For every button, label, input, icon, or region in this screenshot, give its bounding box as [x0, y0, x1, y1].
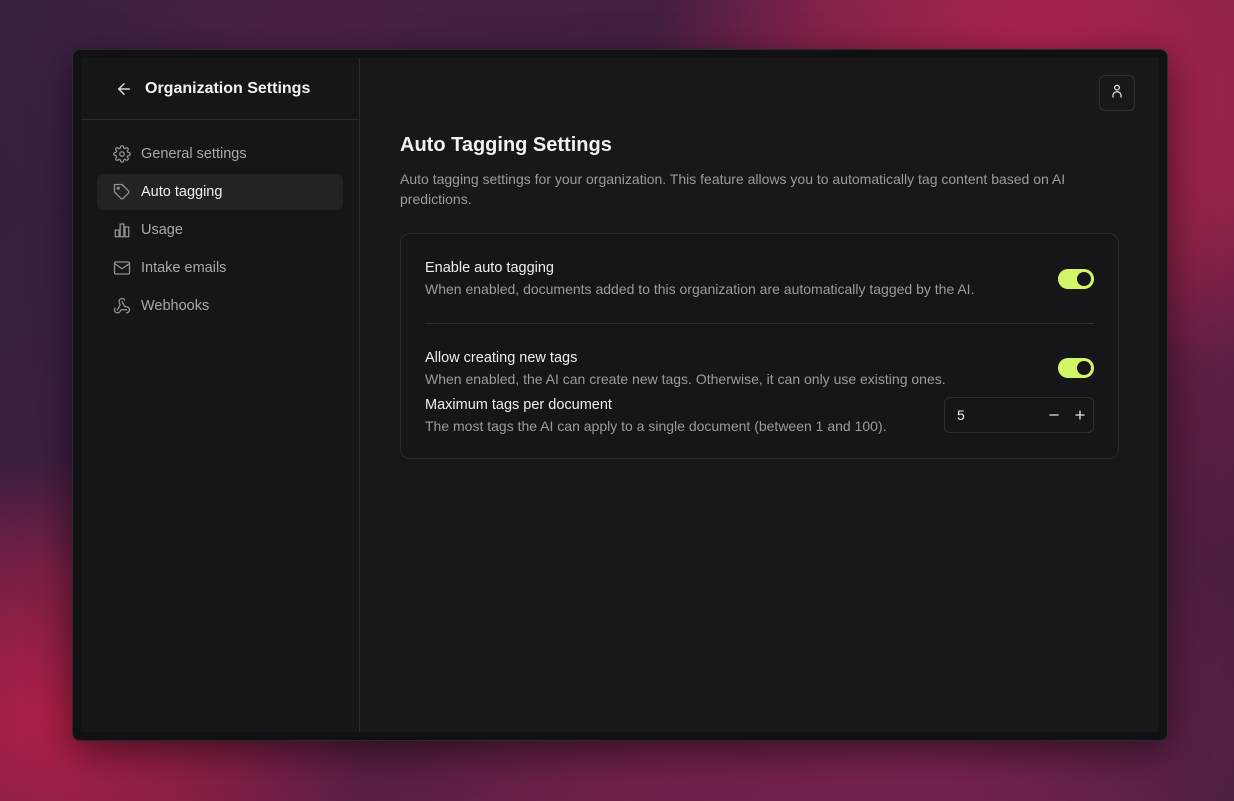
setting-description: When enabled, the AI can create new tags…: [425, 370, 946, 387]
app-window: Organization Settings General settings A…: [72, 49, 1168, 741]
sidebar-item-label: Intake emails: [141, 260, 227, 276]
user-icon: [1109, 83, 1125, 104]
gear-icon: [113, 145, 131, 163]
setting-max-tags: Maximum tags per document The most tags …: [425, 386, 1094, 458]
enable-auto-tagging-toggle[interactable]: [1058, 268, 1094, 289]
sidebar-item-label: Webhooks: [141, 298, 210, 314]
setting-allow-new-tags: Allow creating new tags When enabled, th…: [425, 324, 1094, 387]
max-tags-stepper[interactable]: 5: [944, 397, 1094, 433]
tag-icon: [113, 183, 131, 201]
arrow-left-icon[interactable]: [115, 80, 133, 98]
toggle-knob: [1077, 361, 1091, 375]
toggle-knob: [1077, 271, 1091, 286]
setting-label: Enable auto tagging: [425, 260, 554, 276]
setting-description: The most tags the AI can apply to a sing…: [425, 417, 887, 434]
setting-text: Allow creating new tags When enabled, th…: [425, 350, 946, 387]
setting-text: Enable auto tagging When enabled, docume…: [425, 260, 974, 297]
sidebar-item-webhooks[interactable]: Webhooks: [97, 288, 343, 324]
settings-content: Auto Tagging Settings Auto tagging setti…: [400, 134, 1119, 459]
sidebar-item-usage[interactable]: Usage: [97, 212, 343, 248]
setting-enable-auto-tagging: Enable auto tagging When enabled, docume…: [425, 234, 1094, 324]
setting-text: Maximum tags per document The most tags …: [425, 397, 887, 434]
page-description: Auto tagging settings for your organizat…: [400, 171, 1066, 207]
main-panel: Auto Tagging Settings Auto tagging setti…: [360, 58, 1159, 732]
window-content: Organization Settings General settings A…: [81, 58, 1159, 732]
sidebar-item-label: Auto tagging: [141, 184, 223, 200]
sidebar: Organization Settings General settings A…: [81, 58, 360, 732]
setting-label: Maximum tags per document: [425, 396, 612, 413]
page-title: Auto Tagging Settings: [400, 134, 612, 156]
sidebar-item-label: Usage: [141, 222, 183, 238]
webhook-icon: [113, 297, 131, 315]
sidebar-item-label: General settings: [141, 146, 247, 162]
sidebar-item-general-settings[interactable]: General settings: [97, 136, 343, 172]
mail-icon: [113, 259, 131, 277]
sidebar-title: Organization Settings: [145, 79, 311, 97]
sidebar-item-intake-emails[interactable]: Intake emails: [97, 250, 343, 286]
user-menu-button[interactable]: [1099, 75, 1135, 111]
minus-icon[interactable]: [1041, 398, 1067, 432]
bar-chart-icon: [113, 221, 131, 239]
sidebar-header: Organization Settings: [81, 58, 359, 120]
settings-nav: General settings Auto tagging Usage Inta…: [81, 120, 359, 324]
allow-new-tags-toggle[interactable]: [1058, 358, 1094, 378]
settings-card: Enable auto tagging When enabled, docume…: [400, 233, 1119, 459]
plus-icon[interactable]: [1067, 398, 1093, 432]
max-tags-input[interactable]: 5: [957, 407, 1041, 423]
sidebar-item-auto-tagging[interactable]: Auto tagging: [97, 174, 343, 210]
setting-description: When enabled, documents added to this or…: [425, 281, 975, 297]
setting-label: Allow creating new tags: [425, 349, 578, 366]
